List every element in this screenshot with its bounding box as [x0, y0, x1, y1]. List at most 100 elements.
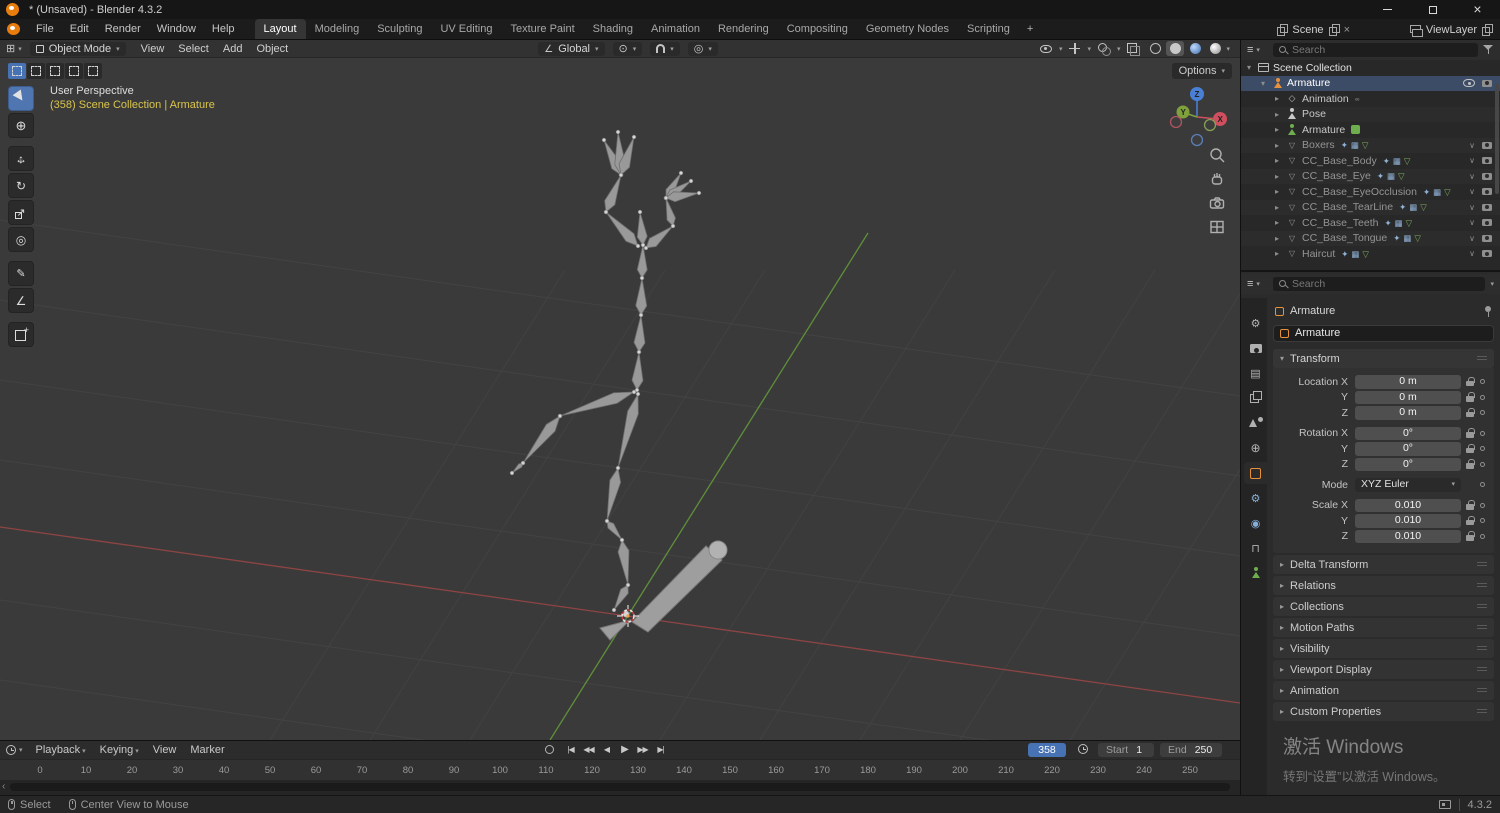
hide-in-viewport-icon[interactable]	[1463, 79, 1475, 88]
chevron-down-icon[interactable]: ▾	[1059, 45, 1063, 53]
hide-in-viewport-icon[interactable]: ∨	[1469, 187, 1475, 196]
viewport-menu-item[interactable]: Select	[171, 43, 216, 55]
animate-property-dot[interactable]	[1480, 410, 1485, 416]
new-scene-icon[interactable]	[1328, 24, 1340, 36]
collapsed-panel-header[interactable]: Animation	[1273, 681, 1494, 700]
new-viewlayer-icon[interactable]	[1482, 24, 1493, 36]
toggle-orthographic-icon[interactable]	[1208, 218, 1226, 236]
options-dropdown[interactable]: Options ▾	[1171, 63, 1232, 79]
current-frame-field[interactable]: 358	[1028, 743, 1066, 757]
properties-tab[interactable]	[1244, 362, 1267, 384]
chevron-down-icon[interactable]: ▾	[1226, 45, 1230, 53]
outliner-search[interactable]	[1272, 43, 1478, 57]
timeline-menu-item[interactable]: Playback	[29, 744, 93, 756]
menubar-item[interactable]: Help	[204, 23, 243, 35]
hide-in-viewport-icon[interactable]: ∨	[1469, 234, 1475, 243]
play-reverse-button[interactable]	[599, 742, 614, 757]
animate-property-dot[interactable]	[1480, 446, 1485, 452]
select-mode-button[interactable]	[65, 63, 83, 79]
outliner-item[interactable]: CC_Base_Eye ∨	[1241, 168, 1500, 184]
collapsed-panel-header[interactable]: Collections	[1273, 597, 1494, 616]
disable-in-renders-icon[interactable]	[1482, 157, 1492, 165]
disable-in-renders-icon[interactable]	[1482, 172, 1492, 180]
hide-in-viewport-icon[interactable]: ∨	[1469, 172, 1475, 181]
object-visibility-icon[interactable]	[1039, 44, 1052, 53]
properties-search-input[interactable]	[1291, 278, 1481, 290]
expand-arrow-icon[interactable]	[1275, 234, 1286, 243]
tool-button[interactable]	[8, 173, 34, 198]
minimize-button[interactable]	[1365, 0, 1410, 19]
lock-icon[interactable]	[1466, 515, 1475, 526]
show-overlays-icon[interactable]	[1097, 42, 1111, 56]
scale-field[interactable]: 0.010	[1355, 498, 1461, 512]
outliner-scrollbar[interactable]	[1495, 84, 1499, 194]
properties-tab[interactable]	[1244, 312, 1267, 334]
disable-in-renders-icon[interactable]	[1482, 79, 1492, 87]
menubar-item[interactable]: File	[28, 23, 62, 35]
workspace-tab[interactable]: Texture Paint	[501, 19, 583, 39]
collapsed-panel-header[interactable]: Visibility	[1273, 639, 1494, 658]
armature-figure[interactable]	[509, 129, 702, 613]
jump-to-start-button[interactable]	[563, 742, 578, 757]
collapsed-panel-header[interactable]: Custom Properties	[1273, 702, 1494, 721]
animate-property-dot[interactable]	[1480, 394, 1485, 400]
axis-z-negative-handle[interactable]	[1190, 133, 1204, 147]
select-mode-button[interactable]	[27, 63, 45, 79]
scale-field[interactable]: 0.010	[1355, 514, 1461, 528]
hide-in-viewport-icon[interactable]: ∨	[1469, 249, 1475, 258]
outliner-item[interactable]: CC_Base_Teeth ∨	[1241, 215, 1500, 231]
menubar-item[interactable]: Edit	[62, 23, 97, 35]
snapping-toggle[interactable]: ▾	[650, 41, 680, 56]
expand-arrow-icon[interactable]	[1275, 218, 1286, 227]
workspace-tab[interactable]: Scripting	[958, 19, 1019, 39]
outliner-item[interactable]: CC_Base_EyeOcclusion ∨	[1241, 184, 1500, 200]
maximize-button[interactable]	[1410, 0, 1455, 19]
viewlayer-selector[interactable]: ViewLayer	[1409, 22, 1493, 37]
viewport-menu-item[interactable]: Object	[249, 43, 295, 55]
rotation-field[interactable]: 0°	[1355, 442, 1461, 456]
transform-orientation-selector[interactable]: Global ▾	[538, 41, 605, 56]
outliner-editor[interactable]: ▾ Scene Collection Armature	[1241, 40, 1500, 272]
lock-icon[interactable]	[1466, 407, 1475, 418]
outliner-item[interactable]: Haircut ∨	[1241, 246, 1500, 262]
tool-button[interactable]	[8, 113, 34, 138]
3d-viewport[interactable]: ▾ Object Mode ▾ ViewSelectAddObject Glob…	[0, 40, 1240, 740]
workspace-tab[interactable]: Modeling	[306, 19, 369, 39]
navigation-gizmo[interactable]: Z X Y	[1164, 84, 1230, 150]
object-name-field[interactable]: Armature	[1273, 324, 1494, 342]
workspace-tab[interactable]: Sculpting	[368, 19, 431, 39]
workspace-tab[interactable]: Compositing	[778, 19, 857, 39]
scale-field[interactable]: 0.010	[1355, 529, 1461, 543]
tool-button[interactable]	[8, 288, 34, 313]
tool-button[interactable]	[8, 86, 34, 111]
expand-arrow-icon[interactable]	[1275, 249, 1286, 258]
select-mode-button[interactable]	[84, 63, 102, 79]
timeline-editor[interactable]: ▾ PlaybackKeyingViewMarker 358 Start 1 E…	[0, 740, 1240, 795]
outliner-item[interactable]: CC_Base_Tongue ∨	[1241, 230, 1500, 246]
disable-in-renders-icon[interactable]	[1482, 250, 1492, 258]
editor-type-button[interactable]: ▾	[6, 42, 22, 55]
select-mode-button[interactable]	[46, 63, 64, 79]
disable-in-renders-icon[interactable]	[1482, 141, 1492, 149]
proportional-editing-toggle[interactable]: ▾	[687, 41, 718, 56]
outliner-search-input[interactable]	[1291, 44, 1473, 56]
animate-property-dot[interactable]	[1480, 430, 1485, 436]
outliner-item-armature-object[interactable]: Armature	[1241, 75, 1500, 91]
collapsed-panel-header[interactable]: Relations	[1273, 576, 1494, 595]
outliner-item-scene-collection[interactable]: Scene Collection	[1241, 60, 1500, 76]
chevron-down-icon[interactable]: ▾	[1117, 45, 1121, 53]
tool-button[interactable]	[8, 146, 34, 171]
hide-in-viewport-icon[interactable]: ∨	[1469, 141, 1475, 150]
timeline-editor-type-button[interactable]: ▾	[6, 745, 23, 755]
rotation-field[interactable]: 0°	[1355, 457, 1461, 471]
select-mode-button[interactable]	[8, 63, 26, 79]
preview-range-icon[interactable]	[1078, 744, 1088, 754]
properties-tab[interactable]	[1244, 387, 1267, 409]
expand-arrow-icon[interactable]	[1275, 125, 1286, 134]
pivot-point-selector[interactable]: ▾	[612, 41, 643, 56]
workspace-tab[interactable]: UV Editing	[431, 19, 501, 39]
workspace-tab[interactable]: Animation	[642, 19, 709, 39]
auto-keying-toggle[interactable]	[545, 745, 554, 754]
camera-view-icon[interactable]	[1208, 194, 1226, 212]
lock-icon[interactable]	[1466, 500, 1475, 510]
